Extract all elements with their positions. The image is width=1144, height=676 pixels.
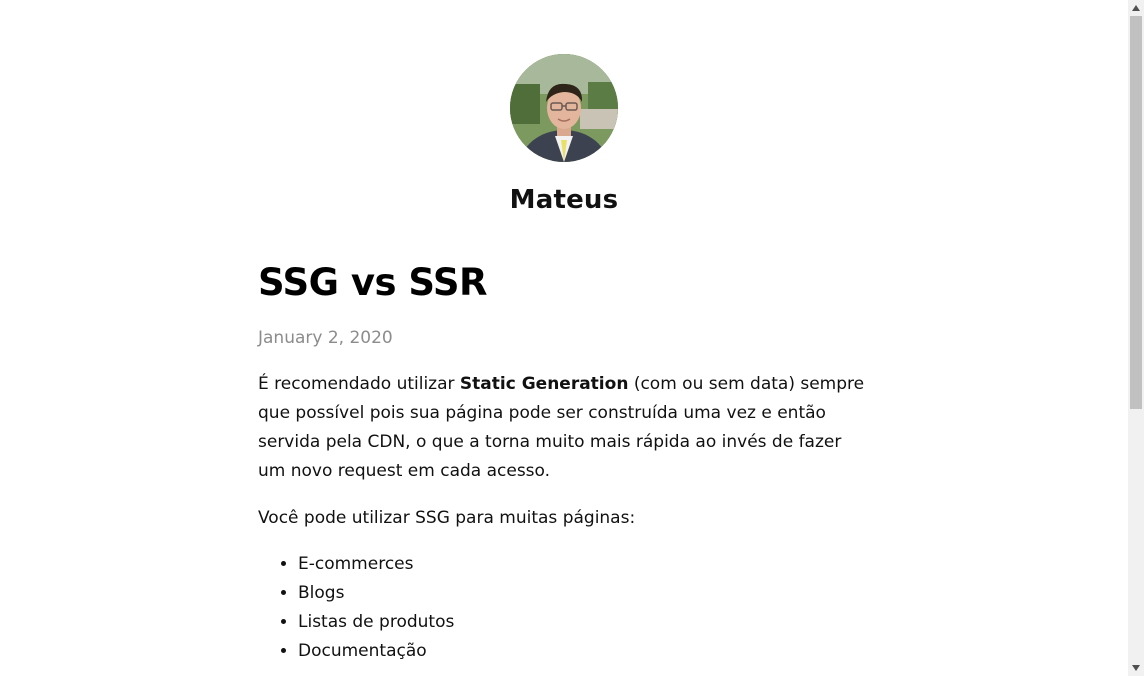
avatar-photo — [510, 54, 618, 162]
triangle-up-icon — [1132, 5, 1140, 11]
list-item: Documentação — [298, 637, 870, 666]
page-viewport: Mateus SSG vs SSR January 2, 2020 É reco… — [0, 0, 1144, 676]
intro-bold-text: Static Generation — [459, 374, 629, 394]
post-paragraph-2: Você pode utilizar SSG para muitas págin… — [258, 508, 636, 528]
avatar[interactable] — [510, 54, 618, 162]
list-item: Blogs — [298, 579, 870, 608]
vertical-scrollbar[interactable] — [1128, 0, 1144, 676]
site-name[interactable]: Mateus — [510, 184, 619, 216]
intro-text-start: É recomendado utilizar — [258, 374, 460, 394]
list-item: Listas de produtos — [298, 608, 870, 637]
post-intro-paragraph: É recomendado utilizar Static Generation… — [258, 370, 870, 486]
scroll-up-button[interactable] — [1128, 0, 1144, 16]
post-title: SSG vs SSR — [258, 261, 488, 304]
scroll-down-button[interactable] — [1128, 660, 1144, 676]
triangle-down-icon — [1132, 665, 1140, 671]
blog-layout: Mateus SSG vs SSR January 2, 2020 É reco… — [258, 0, 870, 666]
post-article: SSG vs SSR January 2, 2020 É recomendado… — [258, 259, 870, 666]
post-date: January 2, 2020 — [258, 328, 393, 348]
ssg-use-case-list: E-commerces Blogs Listas de produtos Doc… — [258, 550, 870, 666]
site-header: Mateus — [258, 0, 870, 216]
scrollbar-thumb[interactable] — [1130, 16, 1142, 409]
list-item: E-commerces — [298, 550, 870, 579]
